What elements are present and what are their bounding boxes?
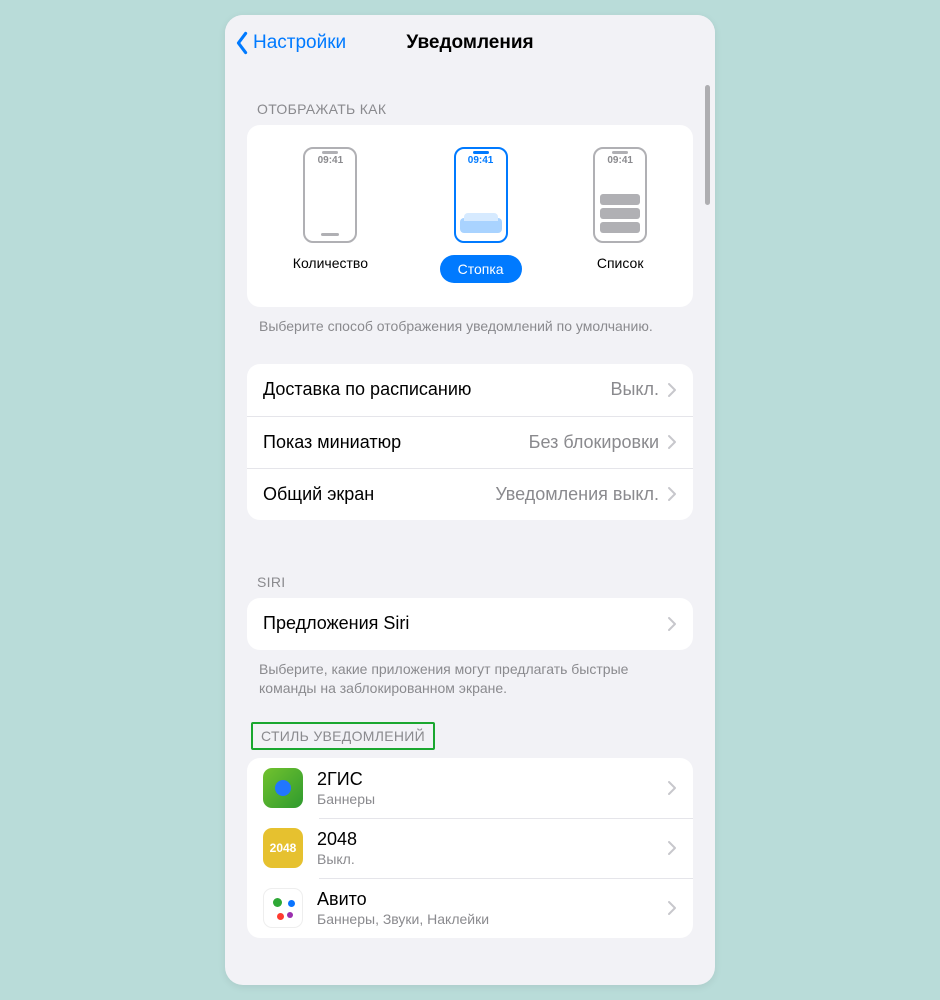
section-header-notification-style: СТИЛЬ УВЕДОМЛЕНИЙ: [251, 722, 435, 750]
app-sub: Выкл.: [317, 851, 653, 867]
row-label: Предложения Siri: [263, 613, 409, 634]
display-option-list[interactable]: 09:41 Список: [593, 147, 647, 283]
row-label: Показ миниатюр: [263, 432, 401, 453]
display-option-label: Количество: [293, 255, 368, 271]
row-label: Общий экран: [263, 484, 374, 505]
section-header-siri: SIRI: [247, 520, 693, 598]
app-name: 2ГИС: [317, 769, 653, 790]
back-label: Настройки: [253, 32, 346, 54]
row-siri-suggestions[interactable]: Предложения Siri: [247, 598, 693, 650]
app-icon-2048: 2048: [263, 828, 303, 868]
app-row-2gis[interactable]: 2ГИС Баннеры: [247, 758, 693, 818]
app-sub: Баннеры: [317, 791, 653, 807]
row-show-previews[interactable]: Показ миниатюр Без блокировки: [247, 416, 693, 468]
app-name: Авито: [317, 889, 653, 910]
notification-style-card: 2ГИС Баннеры 2048 2048 Выкл. Авито: [247, 758, 693, 938]
display-option-stack[interactable]: 09:41 Стопка: [440, 147, 522, 283]
chevron-right-icon: [667, 382, 677, 398]
display-as-footer: Выберите способ отображения уведомлений …: [247, 307, 693, 336]
chevron-right-icon: [667, 780, 677, 796]
app-icon-2gis: [263, 768, 303, 808]
chevron-right-icon: [667, 840, 677, 856]
app-row-avito[interactable]: Авито Баннеры, Звуки, Наклейки: [247, 878, 693, 938]
phone-thumb-count-icon: 09:41: [303, 147, 357, 243]
row-screen-sharing[interactable]: Общий экран Уведомления выкл.: [247, 468, 693, 520]
siri-card: Предложения Siri: [247, 598, 693, 650]
chevron-right-icon: [667, 486, 677, 502]
display-option-label: Стопка: [440, 255, 522, 283]
delivery-settings-card: Доставка по расписанию Выкл. Показ миниа…: [247, 364, 693, 520]
chevron-right-icon: [667, 900, 677, 916]
section-header-display-as: ОТОБРАЖАТЬ КАК: [247, 71, 693, 125]
app-sub: Баннеры, Звуки, Наклейки: [317, 911, 653, 927]
row-scheduled-delivery[interactable]: Доставка по расписанию Выкл.: [247, 364, 693, 416]
app-name: 2048: [317, 829, 653, 850]
row-value: Выкл.: [610, 379, 659, 400]
display-option-label: Список: [597, 255, 644, 271]
page-title: Уведомления: [406, 32, 533, 54]
navbar: Настройки Уведомления: [225, 15, 715, 71]
display-as-card: 09:41 Количество 09:41 Стопка: [247, 125, 693, 307]
row-label: Доставка по расписанию: [263, 379, 471, 400]
row-value: Без блокировки: [529, 432, 659, 453]
chevron-left-icon: [233, 31, 251, 55]
phone-thumb-list-icon: 09:41: [593, 147, 647, 243]
app-row-2048[interactable]: 2048 2048 Выкл.: [247, 818, 693, 878]
chevron-right-icon: [667, 616, 677, 632]
phone-thumb-stack-icon: 09:41: [454, 147, 508, 243]
app-icon-avito: [263, 888, 303, 928]
settings-notifications-screen: Настройки Уведомления ОТОБРАЖАТЬ КАК 09:…: [225, 15, 715, 985]
scrollbar[interactable]: [705, 85, 710, 205]
back-button[interactable]: Настройки: [233, 31, 346, 55]
display-option-count[interactable]: 09:41 Количество: [293, 147, 368, 283]
row-value: Уведомления выкл.: [495, 484, 659, 505]
chevron-right-icon: [667, 434, 677, 450]
siri-footer: Выберите, какие приложения могут предлаг…: [247, 650, 693, 698]
